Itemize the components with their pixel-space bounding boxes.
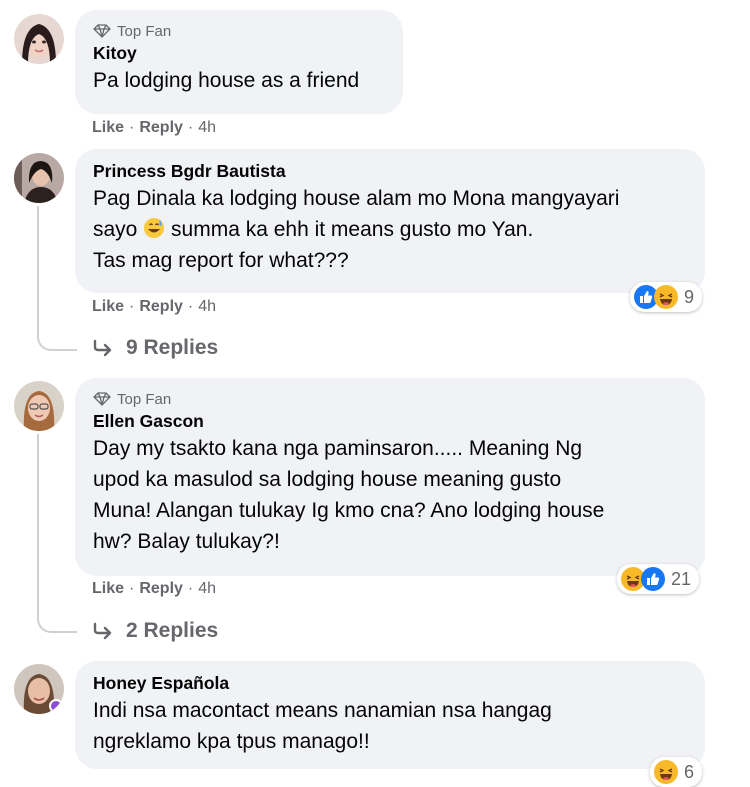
reply-arrow-icon <box>93 339 112 357</box>
reaction-count: 9 <box>684 286 695 307</box>
comment-text: Pa lodging house as a friend <box>93 69 360 92</box>
thread-line <box>37 206 77 351</box>
replies-label: 2 Replies <box>126 619 219 642</box>
diamond-icon <box>93 24 111 38</box>
like-icon <box>641 567 665 591</box>
comment-bubble: Honey Española Indi nsa macontact means … <box>75 661 705 769</box>
haha-icon <box>654 285 678 309</box>
reaction-count: 21 <box>671 568 692 589</box>
comment-actions: Like · Reply · 4h <box>92 119 216 137</box>
separator-dot: · <box>129 580 135 597</box>
timestamp[interactable]: 4h <box>198 580 216 598</box>
view-replies-link[interactable]: 9 Replies <box>92 336 218 360</box>
top-fan-badge[interactable]: Top Fan <box>93 389 689 409</box>
timestamp[interactable]: 4h <box>198 298 216 316</box>
comment-actions: Like · Reply · 4h <box>92 298 216 316</box>
reply-link[interactable]: Reply <box>139 119 183 137</box>
comment-text: Indi nsa macontact means nanamian nsa ha… <box>93 699 552 753</box>
comment-bubble: Top Fan Kitoy Pa lodging house as a frie… <box>75 10 403 114</box>
separator-dot: · <box>187 580 194 597</box>
avatar[interactable] <box>14 664 64 714</box>
commenter-name[interactable]: Ellen Gascon <box>93 409 689 433</box>
reaction-summary[interactable]: 6 <box>650 757 703 787</box>
like-link[interactable]: Like <box>92 298 124 316</box>
reply-link[interactable]: Reply <box>139 298 183 316</box>
comment-actions: Like · Reply · 4h <box>92 580 216 598</box>
comment-bubble: Top Fan Ellen Gascon Day my tsakto kana … <box>75 378 705 576</box>
separator-dot: · <box>187 298 194 315</box>
commenter-name[interactable]: Princess Bgdr Bautista <box>93 159 689 183</box>
commenter-name[interactable]: Kitoy <box>93 41 387 65</box>
separator-dot: · <box>129 119 135 136</box>
reaction-count: 6 <box>684 761 695 782</box>
commenter-name[interactable]: Honey Española <box>93 671 689 695</box>
like-link[interactable]: Like <box>92 119 124 137</box>
reaction-summary[interactable]: 21 <box>617 564 700 594</box>
top-fan-badge[interactable]: Top Fan <box>93 21 387 41</box>
reply-arrow-icon <box>93 622 112 640</box>
reply-link[interactable]: Reply <box>139 580 183 598</box>
thread-line <box>37 434 77 633</box>
avatar[interactable] <box>14 381 64 431</box>
avatar[interactable] <box>14 153 64 203</box>
avatar[interactable] <box>14 14 64 64</box>
comment-bubble: Princess Bgdr Bautista Pag Dinala ka lod… <box>75 149 705 293</box>
diamond-icon <box>93 392 111 406</box>
comment-text: Day my tsakto kana nga paminsaron..... M… <box>93 437 605 553</box>
reaction-summary[interactable]: 9 <box>630 282 703 312</box>
haha-icon <box>654 760 678 784</box>
replies-label: 9 Replies <box>126 336 219 359</box>
view-replies-link[interactable]: 2 Replies <box>92 619 218 643</box>
badge-label: Top Fan <box>117 390 172 408</box>
timestamp[interactable]: 4h <box>198 119 216 137</box>
badge-label: Top Fan <box>117 22 172 40</box>
grinning-sweat-emoji <box>144 218 165 238</box>
comment-text: Pag Dinala ka lodging house alam mo Mona… <box>93 183 689 276</box>
separator-dot: · <box>187 119 194 136</box>
separator-dot: · <box>129 298 135 315</box>
like-link[interactable]: Like <box>92 580 124 598</box>
